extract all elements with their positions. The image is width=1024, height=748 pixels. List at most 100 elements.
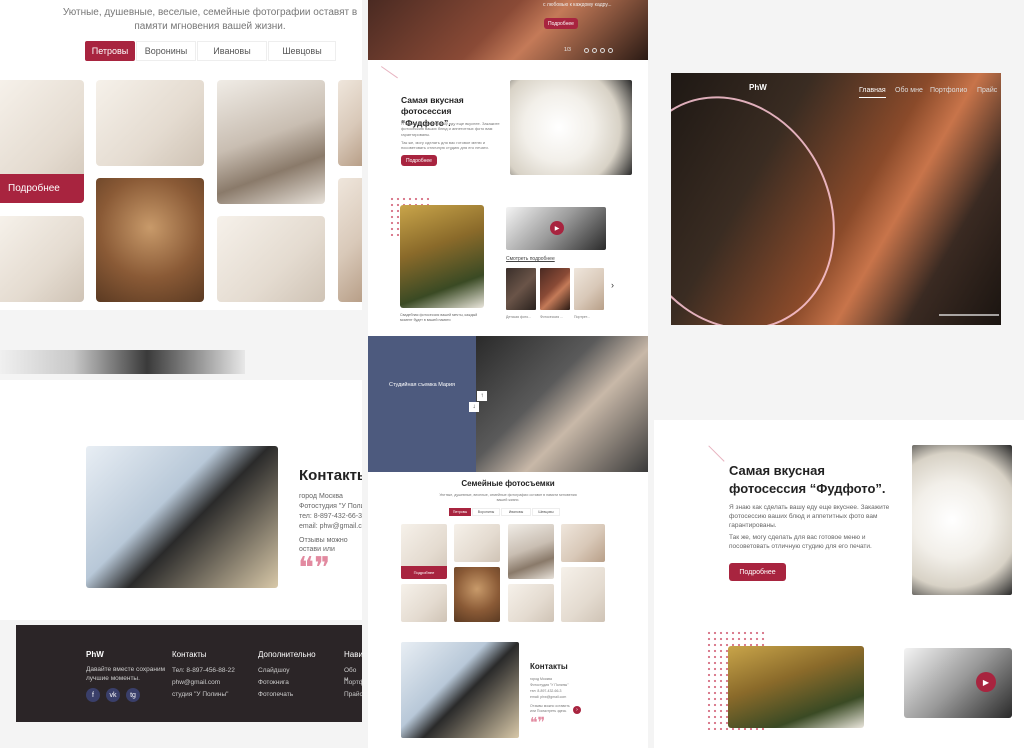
gallery-photo-edge-1[interactable]	[338, 80, 362, 166]
footer-col3-item-2[interactable]: Портф	[344, 679, 362, 688]
thumb-caption-2: Фотосессия ...	[540, 315, 563, 319]
family-gallery-panel: Уютные, душевные, веселые, семейные фото…	[0, 0, 362, 310]
nav-home[interactable]: Главная	[859, 86, 886, 99]
footer-col3-title: Нави	[344, 650, 362, 659]
food-text-1: Я знаю как сделать вашу еду еще вкуснее.…	[401, 121, 500, 137]
thumbs-next-icon[interactable]: ›	[611, 279, 614, 291]
food-button[interactable]: Подробнее	[401, 155, 437, 166]
food-right-bride-photo[interactable]	[728, 646, 864, 728]
tab-shevtsovy[interactable]: Шевцовы	[268, 41, 336, 61]
vk-icon[interactable]: vk	[106, 688, 120, 702]
bride-caption: Свадебная фотосессия вашей мечты, каждый…	[400, 313, 478, 322]
gallery-photo-hair[interactable]	[96, 178, 204, 302]
mini-photo-2[interactable]	[454, 524, 500, 562]
strip-photo	[0, 350, 245, 374]
food-right-video-photo[interactable]: ▶	[904, 648, 1012, 718]
contacts-panel: Контакты город Москва Фотостудия "У Поли…	[0, 380, 362, 620]
hero-panel: PhW Главная Обо мне Портфолио Прайс	[671, 73, 1001, 325]
footer-col2-item-2[interactable]: Фотокнига	[258, 679, 289, 688]
studio-arrow-up[interactable]: ↑	[477, 391, 487, 401]
footer: PhW Давайте вместе сохраним лучшие момен…	[16, 625, 362, 722]
contacts-line-3: тел: 8-897-432-66-3	[299, 513, 362, 520]
mini-contacts-title: Контакты	[530, 662, 568, 671]
hero-logo[interactable]: PhW	[749, 83, 767, 94]
slider-dots[interactable]	[584, 48, 620, 54]
studio-title: Студийная съемка Мария	[388, 382, 456, 388]
thumb-2[interactable]	[540, 268, 570, 310]
food-right-panel: Самая вкусная фотосессия “Фудфото”. Я зн…	[654, 420, 1024, 748]
footer-col2-item-3[interactable]: Фотопечать	[258, 691, 293, 700]
mini-photo-6[interactable]	[454, 567, 500, 622]
mini-tab-4[interactable]: Шевцовы	[532, 508, 560, 516]
gallery-photo-mother[interactable]	[96, 80, 204, 166]
mini-photo-5[interactable]	[401, 584, 447, 622]
food-right-text-2: Так же, могу сделать для вас готовое мен…	[729, 534, 872, 550]
facebook-icon[interactable]: f	[86, 688, 100, 702]
thumb-1[interactable]	[506, 268, 536, 310]
tab-voronin[interactable]: Воронины	[136, 41, 196, 61]
studio-arrow-down[interactable]: ↓	[469, 402, 479, 412]
tab-ivanovy[interactable]: Ивановы	[197, 41, 267, 61]
gallery-photo-room[interactable]	[0, 216, 84, 302]
footer-tagline: Давайте вместе сохраним лучшие моменты.	[86, 666, 166, 682]
mini-quote-icon: ❝❞	[530, 715, 546, 731]
mini-contacts-arrow-icon[interactable]: ›	[573, 706, 581, 714]
food-right-button[interactable]: Подробнее	[729, 563, 786, 581]
footer-col2-title: Дополнительно	[258, 650, 316, 659]
footer-col2-item-1[interactable]: Слайдшоу	[258, 667, 290, 676]
footer-col1-item-3[interactable]: студия "У Полины"	[172, 691, 228, 700]
footer-col3-item-3[interactable]: Прайс	[344, 691, 362, 700]
mini-photo-8[interactable]	[561, 567, 605, 622]
bride-photo[interactable]	[400, 205, 484, 308]
food-right-photo	[912, 445, 1012, 595]
telegram-icon[interactable]: tg	[126, 688, 140, 702]
mini-photo-4[interactable]	[561, 524, 605, 562]
nav-price[interactable]: Прайс	[977, 86, 997, 95]
mini-contacts-note: Отзывы можно оставить или Посмотреть зде…	[530, 704, 570, 713]
gallery-photo-cat[interactable]	[217, 80, 325, 204]
mini-tab-2[interactable]: Воронины	[472, 508, 500, 516]
play-icon[interactable]: ▶	[550, 221, 564, 235]
mini-tab-1[interactable]: Петровы	[449, 508, 471, 516]
gallery-more-button[interactable]: Подробнее	[0, 174, 84, 203]
video-link[interactable]: Смотреть подробнее	[506, 256, 555, 263]
mini-family-sub: Уютные, душевные, веселые, семейные фото…	[439, 493, 577, 502]
hero-slider-bar[interactable]	[939, 314, 999, 316]
mini-photo-7[interactable]	[508, 584, 554, 622]
footer-col1-title: Контакты	[172, 650, 207, 659]
thumb-3[interactable]	[574, 268, 604, 310]
food-right-decor	[693, 445, 725, 477]
top-banner: с любовью к каждому кадру... Подробнее 1…	[368, 0, 648, 60]
mini-photo-3[interactable]	[508, 524, 554, 579]
food-photo	[510, 80, 632, 175]
mini-contacts-line-2: Фотостудия "У Полины"	[530, 683, 569, 687]
gallery-photo-edge-2[interactable]	[338, 178, 362, 302]
video-thumb[interactable]: ▶	[506, 207, 606, 250]
mini-contacts-line-4[interactable]: email: phw@gmail.com	[530, 695, 566, 700]
studio-block: Студийная съемка Мария	[368, 336, 476, 472]
mini-contacts-line-3: тел: 8-897-432-66-3	[530, 689, 562, 693]
food-right-text-1: Я знаю как сделать вашу еду еще вкуснее.…	[729, 504, 890, 529]
gallery-photo-bed[interactable]	[217, 216, 325, 302]
food-right-play-icon[interactable]: ▶	[976, 672, 996, 692]
food-text-2: Так же, могу сделать для вас готовое мен…	[401, 140, 489, 151]
contacts-title: Контакты	[299, 467, 362, 484]
quote-icon: ❝❞	[298, 551, 331, 586]
nav-about[interactable]: Обо мне	[895, 86, 923, 95]
contacts-line-2: Фотостудия "У Полины	[299, 503, 362, 510]
mini-contacts-photo	[401, 642, 519, 738]
footer-logo[interactable]: PhW	[86, 650, 104, 661]
mini-family-title: Семейные фотосъемки	[461, 479, 555, 488]
footer-col1-item-2[interactable]: phw@gmail.com	[172, 679, 220, 688]
mini-tab-3[interactable]: Ивановы	[501, 508, 531, 516]
contacts-line-4[interactable]: email: phw@gmail.co	[299, 522, 362, 531]
contacts-photo	[86, 446, 278, 588]
thumb-caption-1: Детская фото...	[506, 315, 532, 319]
nav-portfolio[interactable]: Портфолио	[930, 86, 967, 95]
footer-col1-item-1[interactable]: Тел: 8-897-456-88-22	[172, 667, 235, 676]
banner-counter: 1/3	[564, 47, 571, 53]
tab-petrovy[interactable]: Петровы	[85, 41, 135, 61]
studio-photo	[476, 336, 648, 472]
mini-more-button[interactable]: Подробнее	[401, 566, 447, 579]
banner-button[interactable]: Подробнее	[544, 18, 578, 29]
